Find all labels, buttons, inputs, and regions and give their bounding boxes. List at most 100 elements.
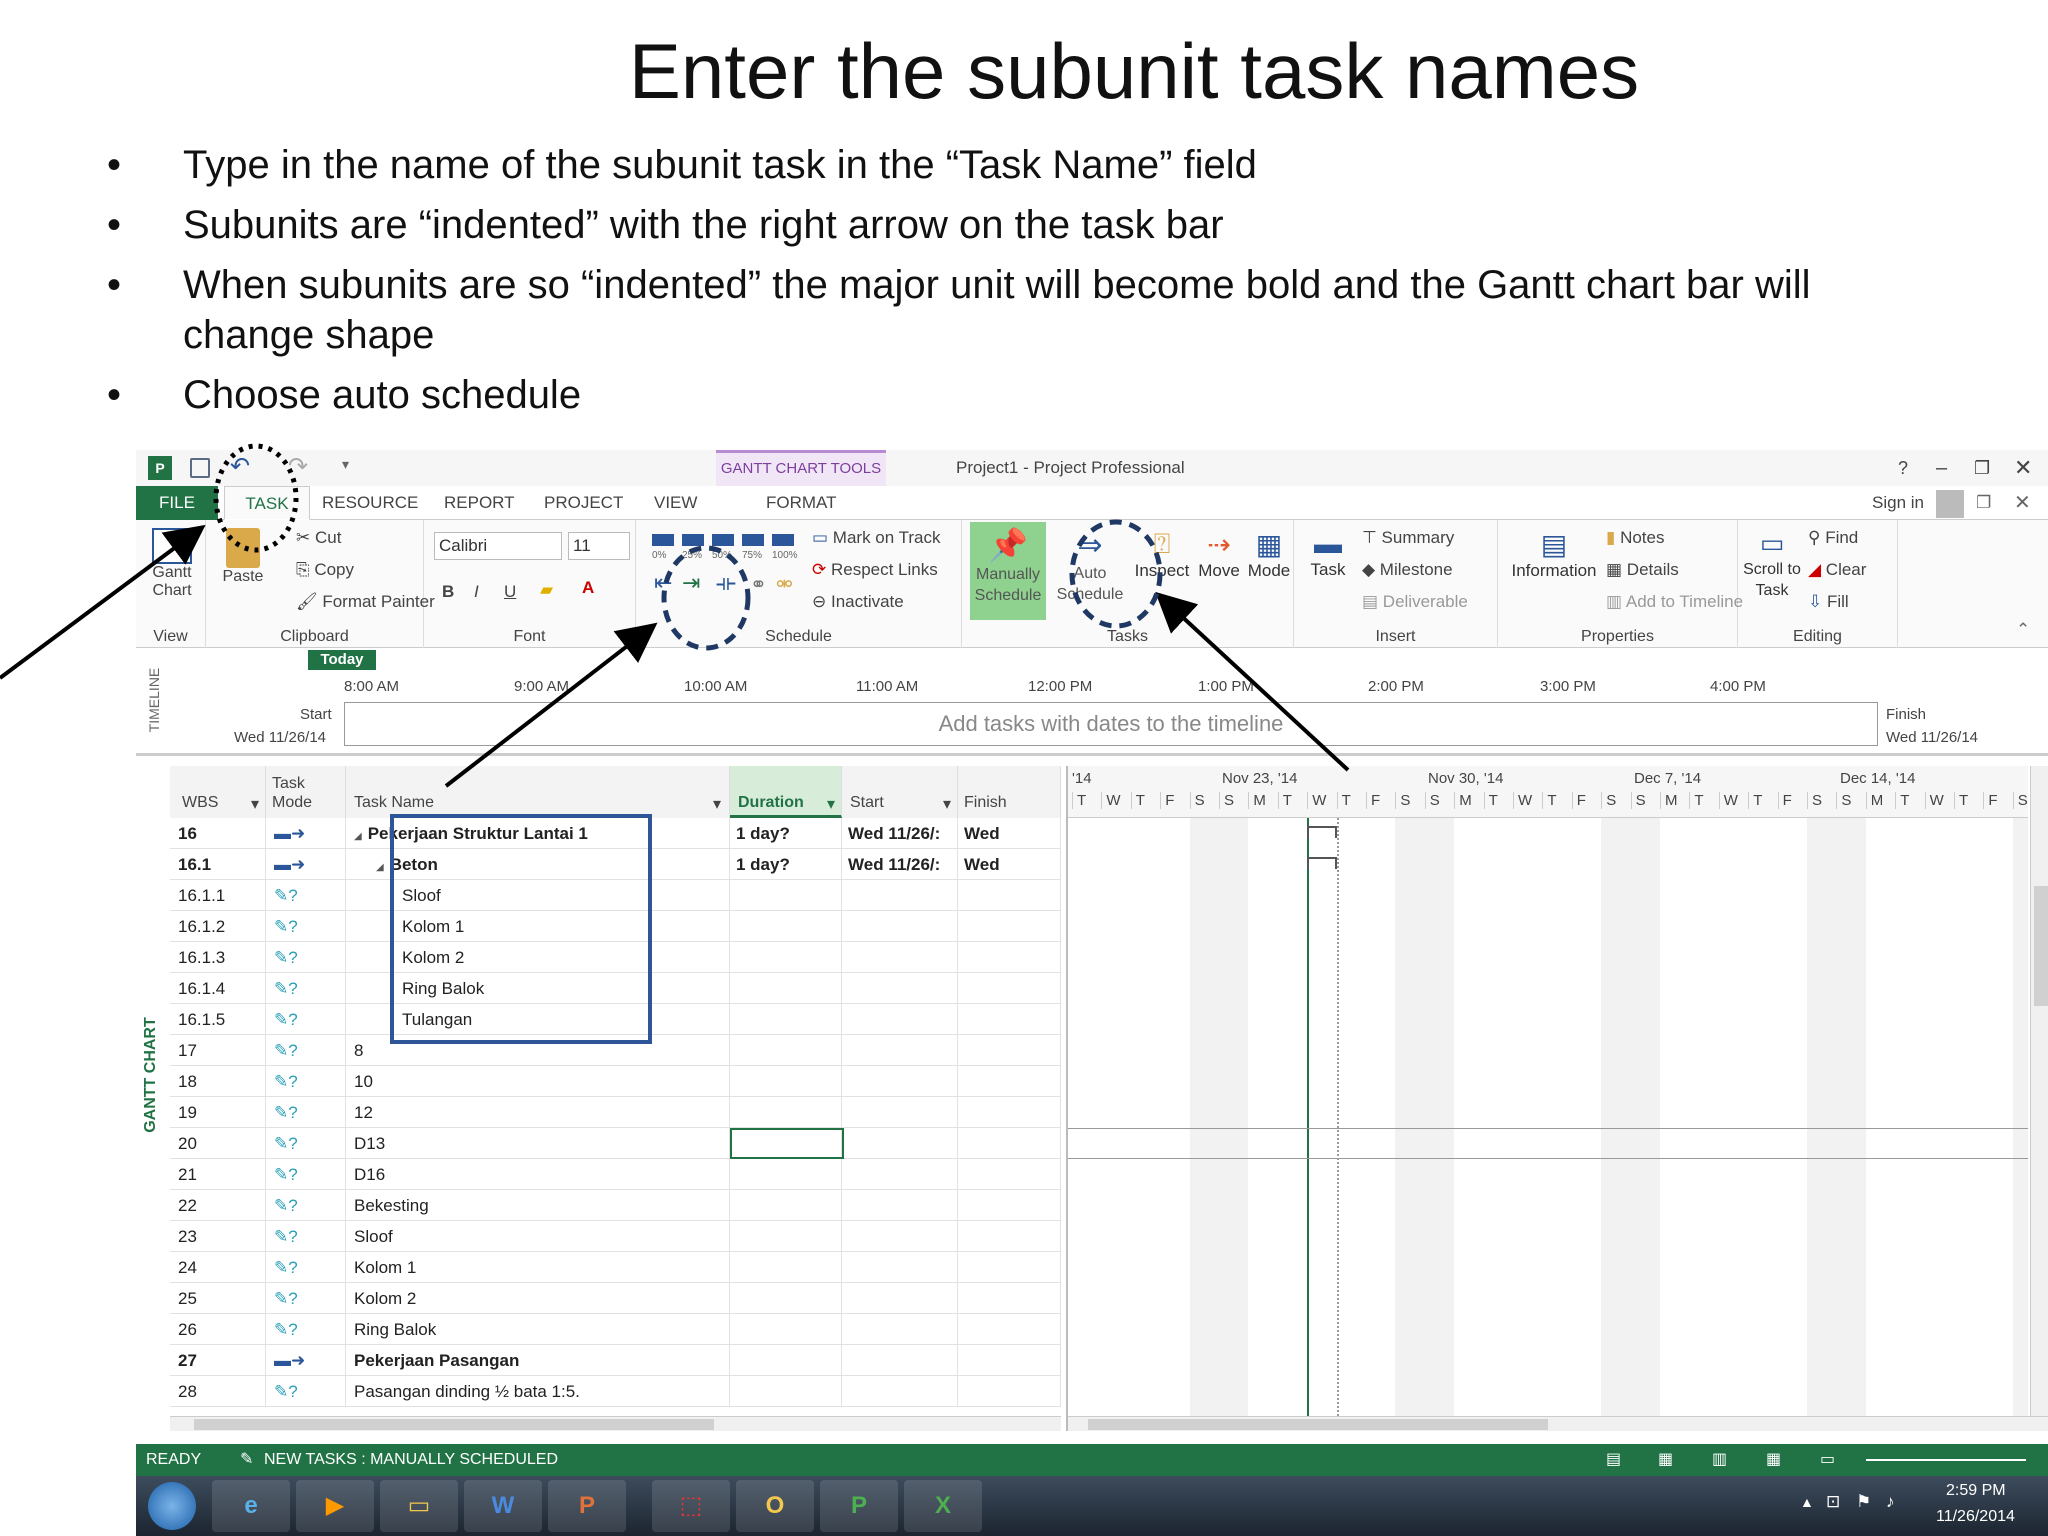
finish-cell[interactable] <box>958 973 1061 1004</box>
ie-icon[interactable]: e <box>212 1480 290 1532</box>
wbs-cell[interactable]: 28 <box>170 1376 266 1407</box>
finish-cell[interactable] <box>958 1252 1061 1283</box>
table-row[interactable]: 3125✎?Kolom 2 <box>170 1283 1061 1314</box>
wbs-cell[interactable]: 21 <box>170 1159 266 1190</box>
deliverable-button[interactable]: ▤ Deliverable <box>1362 592 1468 612</box>
task-mode-cell[interactable]: ▬➜ <box>266 1345 346 1376</box>
grid-hscrollbar[interactable] <box>170 1416 1061 1431</box>
tray-arrow-icon[interactable]: ▲ <box>1800 1494 1814 1510</box>
tab-task[interactable]: TASK <box>224 486 310 520</box>
tab-view[interactable]: VIEW <box>654 486 697 520</box>
pct-75-button[interactable]: 75% <box>742 550 762 561</box>
task-mode-cell[interactable]: ✎? <box>266 942 346 973</box>
start-cell[interactable] <box>842 1066 958 1097</box>
pct-50-button[interactable]: 50% <box>712 550 732 561</box>
tab-project[interactable]: PROJECT <box>544 486 623 520</box>
split-task-icon[interactable]: ⟛ <box>716 570 736 596</box>
wbs-cell[interactable]: 19 <box>170 1097 266 1128</box>
pdf-icon[interactable]: ⬚ <box>652 1480 730 1532</box>
start-cell[interactable]: Wed 11/26/: <box>842 849 958 880</box>
collapse-icon[interactable]: ◢ <box>354 831 362 842</box>
tab-resource[interactable]: RESOURCE <box>322 486 418 520</box>
finish-cell[interactable] <box>958 1004 1061 1035</box>
wbs-cell[interactable]: 16.1.4 <box>170 973 266 1004</box>
finish-cell[interactable] <box>958 1376 1061 1407</box>
excel-icon[interactable]: X <box>904 1480 982 1532</box>
wbs-cell[interactable]: 17 <box>170 1035 266 1066</box>
gantt-hscrollbar[interactable] <box>1068 1416 2048 1431</box>
start-cell[interactable] <box>842 1159 958 1190</box>
underline-button[interactable]: U <box>504 582 516 602</box>
wbs-cell[interactable]: 27 <box>170 1345 266 1376</box>
help-icon[interactable]: ? <box>1898 450 1908 486</box>
duration-cell[interactable] <box>730 1345 842 1376</box>
notes-button[interactable]: ▮ Notes <box>1606 528 1665 548</box>
wbs-cell[interactable]: 16.1.2 <box>170 911 266 942</box>
start-cell[interactable] <box>842 1283 958 1314</box>
gantt-vscrollbar[interactable] <box>2030 766 2048 1416</box>
volume-icon[interactable]: ♪ <box>1886 1492 1895 1512</box>
fill-button[interactable]: ⇩ Fill <box>1808 592 1849 612</box>
auto-schedule-button[interactable]: ⇒ Auto Schedule <box>1054 522 1126 620</box>
inspect-button[interactable]: ⍰ Inspect <box>1132 528 1192 581</box>
task-mode-cell[interactable]: ✎? <box>266 1252 346 1283</box>
duration-cell[interactable] <box>730 1221 842 1252</box>
table-row[interactable]: 2620✎?D13 <box>170 1128 1061 1159</box>
summary-button[interactable]: ⊤ Summary <box>1362 528 1454 548</box>
team-planner-view-icon[interactable]: ▥ <box>1712 1444 1727 1476</box>
task-mode-header[interactable]: Task Mode <box>266 766 346 818</box>
finish-cell[interactable]: Wed <box>958 849 1061 880</box>
task-mode-cell[interactable]: ✎? <box>266 1004 346 1035</box>
redo-icon[interactable]: ↷ <box>288 452 308 481</box>
start-cell[interactable] <box>842 1314 958 1345</box>
table-row[interactable]: 3428✎?Pasangan dinding ½ bata 1:5. <box>170 1376 1061 1407</box>
duration-cell[interactable] <box>730 942 842 973</box>
task-name-cell[interactable]: Kolom 1 <box>346 1252 730 1283</box>
duration-cell[interactable]: 1 day? <box>730 818 842 849</box>
task-mode-cell[interactable]: ✎? <box>266 1159 346 1190</box>
duration-cell[interactable] <box>730 1283 842 1314</box>
task-name-cell[interactable]: 12 <box>346 1097 730 1128</box>
duration-cell[interactable] <box>730 973 842 1004</box>
table-row[interactable]: 1716.1▬➜◢Beton1 day?Wed 11/26/:Wed <box>170 849 1061 880</box>
copy-button[interactable]: ⎘ Copy <box>296 560 354 580</box>
finish-cell[interactable] <box>958 1035 1061 1066</box>
start-cell[interactable] <box>842 1252 958 1283</box>
duration-cell[interactable] <box>730 1097 842 1128</box>
task-name-cell[interactable]: Tulangan <box>346 1004 730 1035</box>
finish-cell[interactable] <box>958 942 1061 973</box>
task-name-cell[interactable]: Kolom 1 <box>346 911 730 942</box>
duration-cell[interactable] <box>730 1376 842 1407</box>
task-name-cell[interactable]: Sloof <box>346 1221 730 1252</box>
outlook-icon[interactable]: O <box>736 1480 814 1532</box>
task-usage-view-icon[interactable]: ▦ <box>1658 1444 1673 1476</box>
explorer-icon[interactable]: ▭ <box>380 1480 458 1532</box>
duration-cell[interactable] <box>730 1035 842 1066</box>
project-taskbar-icon[interactable]: P <box>820 1480 898 1532</box>
task-mode-cell[interactable]: ✎? <box>266 973 346 1004</box>
start-cell[interactable] <box>842 1097 958 1128</box>
table-row[interactable]: 2216.1.5✎?Tulangan <box>170 1004 1061 1035</box>
table-row[interactable]: 3226✎?Ring Balok <box>170 1314 1061 1345</box>
font-color-icon[interactable]: A <box>582 578 594 598</box>
duration-cell[interactable] <box>730 1314 842 1345</box>
insert-task-button[interactable]: ▬ Task <box>1302 528 1354 580</box>
table-row[interactable]: 2721✎?D16 <box>170 1159 1061 1190</box>
customize-qat-icon[interactable]: ▾ <box>342 456 349 473</box>
tab-format[interactable]: FORMAT <box>766 486 837 520</box>
duration-cell[interactable] <box>730 1004 842 1035</box>
finish-cell[interactable] <box>958 1190 1061 1221</box>
clear-button[interactable]: ◢ Clear <box>1808 560 1866 580</box>
task-name-header[interactable]: Task Name ▾ <box>346 766 730 818</box>
sign-in-link[interactable]: Sign in <box>1872 486 1924 520</box>
start-cell[interactable] <box>842 942 958 973</box>
finish-cell[interactable] <box>958 1221 1061 1252</box>
duration-cell[interactable] <box>730 911 842 942</box>
table-row[interactable]: 1816.1.1✎?Sloof <box>170 880 1061 911</box>
task-name-cell[interactable]: Kolom 2 <box>346 942 730 973</box>
start-cell[interactable] <box>842 973 958 1004</box>
task-mode-cell[interactable]: ✎? <box>266 1376 346 1407</box>
start-cell[interactable] <box>842 1345 958 1376</box>
task-mode-cell[interactable]: ✎? <box>266 1128 346 1159</box>
wbs-cell[interactable]: 23 <box>170 1221 266 1252</box>
